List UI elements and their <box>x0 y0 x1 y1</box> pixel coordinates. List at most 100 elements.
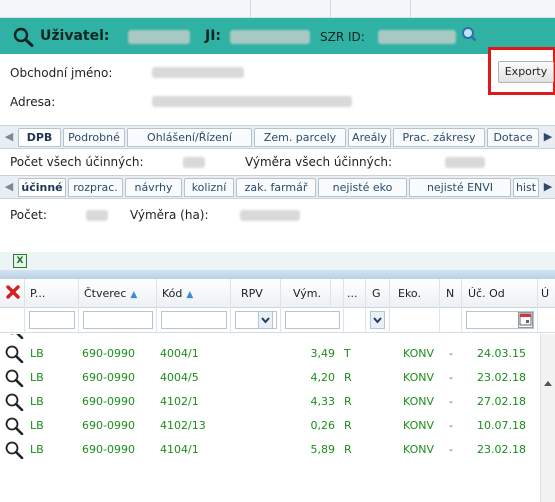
filter-kod-input[interactable] <box>161 311 227 329</box>
user-label: Uživatel: <box>40 28 110 44</box>
summary-all-effective: Počet všech účinných: Výměra všech účinn… <box>0 150 555 174</box>
cell-vym: 0,04 <box>284 334 336 342</box>
tab-zem-parcely[interactable]: Zem. parcely <box>254 128 346 147</box>
col-header-uc-od[interactable]: Úč. Od <box>461 279 537 308</box>
row-detail-icon[interactable] <box>4 369 24 390</box>
cell-ctverec: 690-0990 <box>82 334 135 342</box>
col-header-u-label: Ú <box>541 287 550 300</box>
area-ha-label: Výměra (ha): <box>130 208 209 222</box>
col-header-rpv[interactable]: RPV <box>230 279 278 308</box>
col-header-n-label: N <box>446 287 455 300</box>
cell-kod: 4102/1 <box>160 395 199 408</box>
filter-g-dropdown-icon[interactable] <box>370 311 385 329</box>
cell-eko: KONV <box>403 419 435 432</box>
row-detail-icon[interactable] <box>4 334 24 342</box>
tab-dotace[interactable]: Dotace <box>487 128 539 147</box>
sort-asc-icon: ▲ <box>130 290 138 300</box>
col-header-vym[interactable]: Vým. <box>280 279 330 308</box>
tabs-scroll-left-icon[interactable]: ◀ <box>2 126 16 148</box>
tabs-scroll-right-icon[interactable]: ▶ <box>541 126 555 148</box>
filter-cell-g <box>365 308 389 333</box>
col-header-ellipsis[interactable]: ... <box>343 279 365 308</box>
user-value-redacted <box>128 30 190 44</box>
table-row[interactable]: LB 690-0990 4102/13 0,26 R KONV - 10.07.18 <box>0 414 540 438</box>
calendar-icon[interactable] <box>518 312 533 328</box>
cell-uc-od: 23.02.18 <box>477 443 526 456</box>
cell-ctverec: 690-0990 <box>82 395 135 408</box>
cell-kultura: R <box>344 371 352 384</box>
summary-filtered: Počet: Výměra (ha): <box>0 200 555 228</box>
filter-ctverec-input[interactable] <box>83 311 153 329</box>
count-redacted <box>86 210 108 221</box>
row-detail-icon[interactable] <box>4 345 24 366</box>
area-all-redacted <box>445 157 485 168</box>
tab-dpb[interactable]: DPB <box>18 128 61 147</box>
tab-kolizni[interactable]: kolizní <box>184 178 234 197</box>
tab-ohlaseni-rizeni[interactable]: Ohlášení/Řízení <box>127 128 252 147</box>
filter-p-input[interactable] <box>29 311 75 329</box>
refresh-search-icon[interactable] <box>461 26 477 45</box>
business-name-label: Obchodní jméno: <box>10 66 113 80</box>
cell-vym: 5,89 <box>310 443 336 456</box>
vertical-scrollbar[interactable] <box>540 334 555 502</box>
col-header-u[interactable]: Ú <box>537 279 555 308</box>
area-all-label: Výměra všech účinných: <box>245 155 393 169</box>
filter-cell-rpv <box>230 308 280 333</box>
cell-ctverec: 690-0990 <box>82 347 135 360</box>
cell-n: - <box>449 395 453 408</box>
tab-nejiste-envi[interactable]: nejisté ENVI <box>409 178 511 197</box>
grid-toolbar: X <box>0 252 555 270</box>
excel-export-icon[interactable]: X <box>13 254 27 268</box>
tab-hist[interactable]: hist <box>513 178 539 197</box>
tab-podrobne[interactable]: Podrobné <box>63 128 125 147</box>
search-icon[interactable] <box>13 27 35 50</box>
table-row[interactable]: LB 690-0990 4004/1 3,49 T KONV - 24.03.15 <box>0 342 540 366</box>
tab-navrhy[interactable]: návrhy <box>125 178 182 197</box>
clear-filter-icon[interactable] <box>6 285 20 299</box>
tab-rozprac[interactable]: rozprac. <box>68 178 123 197</box>
scroll-up-icon[interactable] <box>544 381 552 386</box>
cell-vym: 4,20 <box>310 371 336 384</box>
tab-prac-zakresy[interactable]: Prac. zákresy <box>393 128 485 147</box>
cell-kod: 4004/5 <box>160 371 199 384</box>
col-header-n[interactable]: N <box>439 279 461 308</box>
cell-vym: 3,49 <box>310 347 336 360</box>
tab-arealy[interactable]: Areály <box>348 128 391 147</box>
count-all-label: Počet všech účinných: <box>10 155 144 169</box>
col-header-vym-label: Vým. <box>293 287 321 300</box>
filter-rpv-dropdown-icon[interactable] <box>258 311 273 329</box>
col-header-ctverec[interactable]: Čtverec ▲ <box>78 279 152 308</box>
cell-n: - <box>449 419 453 432</box>
subtabs-scroll-left-icon[interactable]: ◀ <box>2 176 16 198</box>
grid-filter-row <box>0 308 555 333</box>
col-header-kod[interactable]: Kód ▲ <box>156 279 230 308</box>
col-header-kod-label: Kód <box>162 287 183 300</box>
cell-uc-od: 10.07.18 <box>477 419 526 432</box>
col-header-eko[interactable]: Eko. <box>389 279 439 308</box>
table-row[interactable]: LB 690-0990 4102/1 4,33 R KONV - 27.02.18 <box>0 390 540 414</box>
export-highlight-box: Exporty <box>488 47 555 95</box>
cell-p: LB <box>30 395 44 408</box>
row-detail-icon[interactable] <box>4 441 24 462</box>
exports-button[interactable]: Exporty <box>498 61 554 83</box>
filter-vym-input[interactable] <box>285 311 340 329</box>
subtabs-scroll-right-icon[interactable]: ▶ <box>541 176 555 198</box>
cell-uc-od: 24.03.15 <box>477 347 526 360</box>
cell-kod: 4102/13 <box>160 419 206 432</box>
col-header-eko-label: Eko. <box>398 287 421 300</box>
tab-nejiste-eko[interactable]: nejisté eko <box>318 178 407 197</box>
tab-ucinne[interactable]: účinné <box>18 178 66 197</box>
col-header-more[interactable] <box>330 279 340 308</box>
cell-p: LB <box>30 334 44 342</box>
row-detail-icon[interactable] <box>4 417 24 438</box>
cell-kod: 4004/1 <box>160 347 199 360</box>
col-header-g[interactable]: G <box>365 279 389 308</box>
table-row[interactable]: LB 690-0990 4003/3 0,04 T KONV - 02.01.2… <box>0 334 540 342</box>
col-header-uc-od-label: Úč. Od <box>468 287 505 300</box>
szr-id-label: SZR ID: <box>320 30 365 44</box>
table-row[interactable]: LB 690-0990 4104/1 5,89 R KONV - 23.02.18 <box>0 438 540 462</box>
table-row[interactable]: LB 690-0990 4004/5 4,20 R KONV - 23.02.18 <box>0 366 540 390</box>
col-header-p[interactable]: P... <box>24 279 70 308</box>
tab-zak-farmar[interactable]: zak. farmář <box>236 178 316 197</box>
row-detail-icon[interactable] <box>4 393 24 414</box>
